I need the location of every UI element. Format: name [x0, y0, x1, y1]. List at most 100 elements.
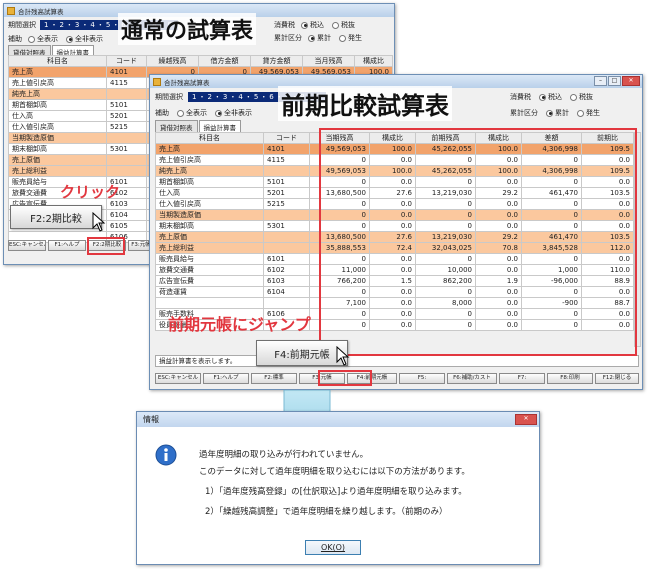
account-code: 6101: [263, 253, 310, 265]
account-name: 純売上高: [155, 165, 264, 177]
ok-button[interactable]: OK(O): [305, 540, 361, 555]
tax-option-inclusive[interactable]: 税込: [539, 92, 562, 102]
function-key-button[interactable]: F2:標準: [251, 373, 297, 384]
function-key-button[interactable]: F7:: [499, 373, 545, 384]
dialog-item-2: 2）「繰越残高調整」で過年度明細を繰り越します。（前期のみ）: [205, 507, 448, 517]
function-key-button[interactable]: ESC:キャンセル: [155, 373, 201, 384]
account-code: [263, 297, 310, 309]
f2-compare-button[interactable]: F2:2期比較: [10, 205, 102, 229]
account-code: 5301: [263, 220, 310, 232]
account-name: 期首棚卸高: [155, 176, 264, 188]
account-name: 荷造運賃: [155, 286, 264, 298]
column-header[interactable]: 当月残高: [302, 55, 355, 67]
account-code: 5301: [106, 143, 147, 155]
back-function-keys: ESC:キャンセル F1:ヘルプ F2:2期比較 F3:元帳: [8, 240, 154, 251]
account-code: [106, 132, 147, 144]
radio-icon: [215, 109, 222, 117]
account-name: [155, 297, 264, 309]
account-code: [263, 209, 310, 221]
dialog-title: 情報: [143, 415, 159, 424]
account-name: 売上値引戻高: [155, 154, 264, 166]
calc-option-occurrence[interactable]: 発生: [339, 33, 362, 43]
account-name: 売上値引戻高: [8, 77, 107, 89]
account-code: 6102: [263, 264, 310, 276]
calc-option-occurrence[interactable]: 発生: [577, 108, 600, 118]
account-code: [106, 88, 147, 100]
account-code: [106, 165, 147, 177]
radio-icon: [577, 109, 584, 117]
account-name: 販売員給与: [155, 253, 264, 265]
radio-icon: [177, 109, 184, 117]
radio-icon: [332, 21, 339, 29]
function-key-button[interactable]: F6:補助/カスト: [447, 373, 497, 384]
tax-option-inclusive[interactable]: 税込: [301, 20, 324, 30]
function-key-button[interactable]: ESC:キャンセル: [8, 240, 46, 251]
tax-option-exclusive[interactable]: 税抜: [332, 20, 355, 30]
account-code: 6103: [263, 275, 310, 287]
aux-option-hide[interactable]: 全非表示: [66, 34, 103, 44]
account-name: 期末棚卸高: [8, 143, 107, 155]
account-code: 4101: [106, 66, 147, 78]
account-code: 5215: [106, 121, 147, 133]
column-header[interactable]: 科目名: [8, 55, 107, 67]
account-name: 当期製造原価: [155, 209, 264, 221]
aux-option-show[interactable]: 全表示: [177, 108, 207, 118]
column-header[interactable]: 繰越残高: [146, 55, 199, 67]
dialog-item-1: 1）「過年度残高登録」の[仕訳取込]より過年度明細を取り込みます。: [205, 487, 467, 497]
info-icon: [155, 444, 177, 466]
back-aux-row: 補助 全表示 全非表示: [8, 34, 103, 44]
account-code: 5201: [263, 187, 310, 199]
dialog-line-1: 過年度明細の取り込みが行われていません。: [199, 450, 369, 460]
f4-prior-ledger-button[interactable]: F4:前期元帳: [256, 340, 348, 366]
column-header[interactable]: 借方金額: [198, 55, 251, 67]
info-dialog: 情報 ✕ 過年度明細の取り込みが行われていません。 このデータに対して過年度明細…: [136, 411, 540, 565]
close-icon[interactable]: ✕: [515, 414, 537, 425]
function-key-button[interactable]: F8:印刷: [547, 373, 593, 384]
column-header[interactable]: コード: [263, 132, 310, 144]
account-name: 仕入高: [8, 110, 107, 122]
account-name: 売上高: [8, 66, 107, 78]
column-header[interactable]: 科目名: [155, 132, 264, 144]
account-name: 売上高: [155, 143, 264, 155]
account-code: [263, 242, 310, 254]
calc-option-cumulative[interactable]: 累計: [308, 33, 331, 43]
period-label: 期間選択: [8, 21, 36, 29]
aux-option-hide[interactable]: 全非表示: [215, 108, 252, 118]
back-title: 合計残高試算表: [18, 7, 64, 16]
account-code: [106, 154, 147, 166]
account-name: 旅費交通費: [155, 264, 264, 276]
radio-icon: [570, 93, 577, 101]
account-name: 期末棚卸高: [155, 220, 264, 232]
status-bar: 損益計算書を表示します。: [155, 355, 639, 367]
dialog-line-2: このデータに対して過年度明細を取り込むには以下の方法があります。: [199, 467, 470, 477]
minimize-icon[interactable]: –: [594, 76, 607, 86]
column-header[interactable]: 構成比: [354, 55, 393, 67]
column-header[interactable]: コード: [106, 55, 147, 67]
function-key-button[interactable]: F12:閉じる: [595, 373, 639, 384]
front-calc-row: 累計区分 累計 発生: [510, 108, 600, 118]
account-code: [263, 231, 310, 243]
column-header[interactable]: 貸方金額: [250, 55, 303, 67]
annotation-click: クリック: [60, 183, 121, 201]
app-icon: [7, 6, 15, 15]
function-key-button[interactable]: F1:ヘルプ: [203, 373, 249, 384]
aux-option-show[interactable]: 全表示: [28, 34, 58, 44]
calc-option-cumulative[interactable]: 累計: [546, 108, 569, 118]
f4-key-highlight: [318, 370, 372, 386]
front-title: 合計残高試算表: [164, 78, 210, 87]
account-name: 期首棚卸高: [8, 99, 107, 111]
front-function-keys: ESC:キャンセル F1:ヘルプ F2:標準 F3:元帳 F4:前期元帳 F5: F6:補助…: [155, 373, 639, 384]
compare-columns-highlight: [319, 128, 637, 356]
account-code: 5215: [263, 198, 310, 210]
function-key-button[interactable]: F1:ヘルプ: [48, 240, 86, 251]
radio-icon: [339, 34, 346, 42]
account-code: 5101: [263, 176, 310, 188]
back-calc-row: 累計区分 累計 発生: [274, 33, 362, 43]
account-code: 5201: [106, 110, 147, 122]
radio-icon: [308, 34, 315, 42]
function-key-button[interactable]: F5:: [399, 373, 445, 384]
account-code: [263, 165, 310, 177]
tax-option-exclusive[interactable]: 税抜: [570, 92, 593, 102]
close-icon[interactable]: ✕: [622, 76, 640, 86]
maximize-icon[interactable]: □: [608, 76, 621, 86]
